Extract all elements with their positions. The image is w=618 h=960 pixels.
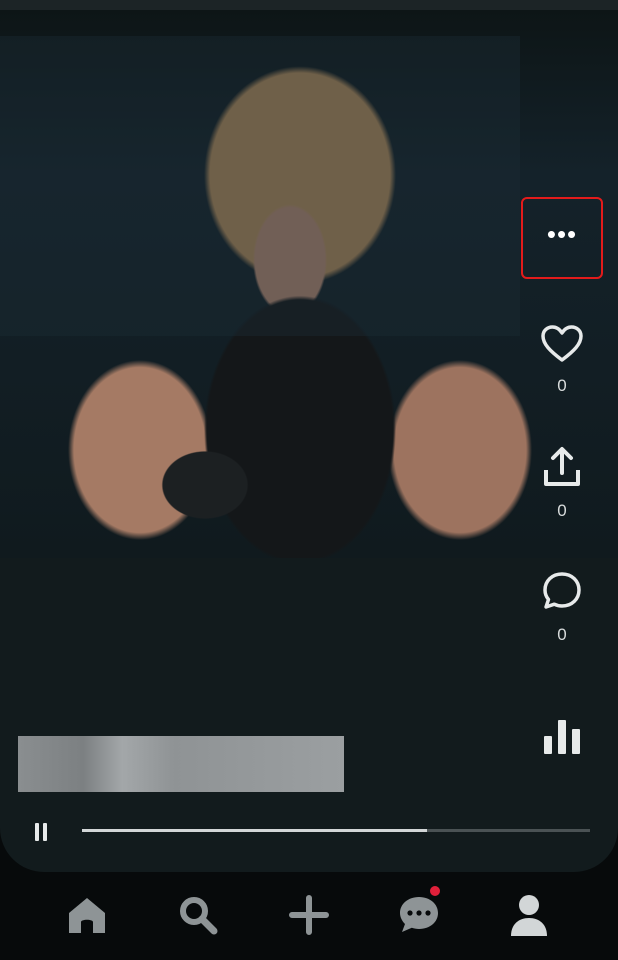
person-icon — [511, 895, 547, 936]
status-strip — [0, 0, 618, 10]
caption-redacted — [18, 736, 344, 792]
image-background-panel — [0, 36, 520, 336]
tab-messages[interactable] — [389, 886, 449, 940]
share-upload-icon — [544, 447, 580, 486]
tab-home[interactable] — [57, 890, 117, 940]
share-count: 0 — [557, 501, 567, 520]
heart-icon — [541, 325, 583, 362]
tab-search[interactable] — [168, 890, 228, 940]
comment-bubble-icon — [543, 572, 581, 609]
like-count: 0 — [557, 376, 567, 395]
notification-dot — [430, 886, 440, 896]
tab-create[interactable] — [279, 890, 339, 940]
comment-count: 0 — [557, 625, 567, 644]
plus-icon — [289, 895, 329, 935]
stats-button[interactable] — [513, 716, 611, 761]
chat-bubble-icon — [400, 897, 438, 932]
bar-chart-icon — [544, 720, 580, 754]
tab-profile[interactable] — [499, 890, 559, 940]
search-icon — [180, 897, 218, 935]
video-progress-bar[interactable] — [82, 829, 590, 832]
share-button[interactable]: 0 — [513, 446, 611, 521]
video-progress-fill — [82, 829, 428, 832]
more-horizontal-icon: ••• — [546, 219, 578, 249]
bottom-tab-bar — [0, 872, 618, 960]
more-options-button[interactable]: ••• — [521, 197, 603, 279]
pause-icon[interactable] — [33, 822, 49, 842]
comment-button[interactable]: 0 — [513, 570, 611, 645]
like-button[interactable]: 0 — [513, 325, 611, 396]
home-icon — [69, 898, 105, 933]
